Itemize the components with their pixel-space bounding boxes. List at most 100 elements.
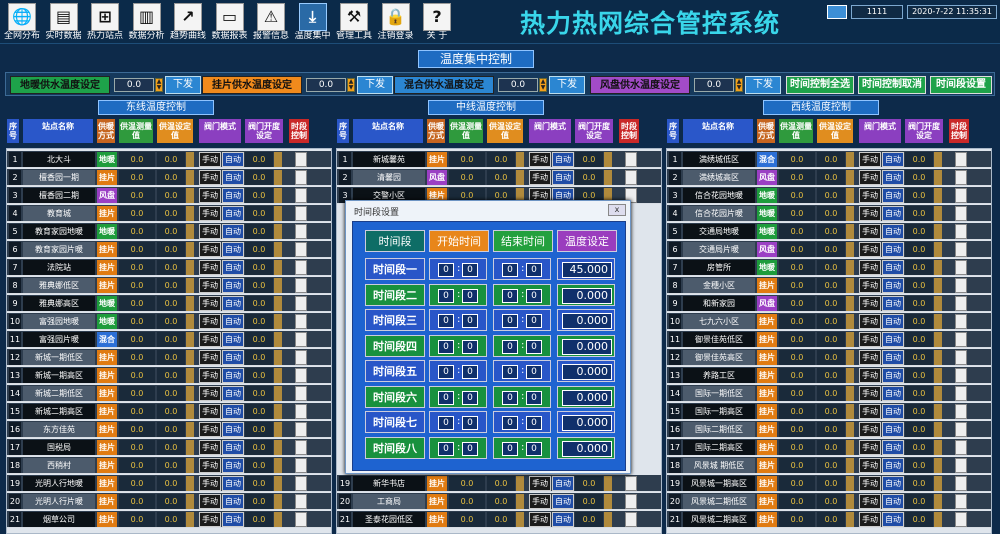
auto-button[interactable]: 自动 <box>552 170 574 185</box>
spin-button-icon[interactable]: ▲ ▼ <box>155 78 163 92</box>
station-name[interactable]: 新城一期高区 <box>23 368 95 383</box>
manual-button[interactable]: 手动 <box>529 494 551 509</box>
table-row[interactable]: 20 风景城二期低区 挂片 0.0 0.0 手动 自动 0.0 <box>667 493 991 510</box>
time-control-select-all-button[interactable]: 时间控制全选 <box>786 76 854 94</box>
send-button[interactable]: 下发 <box>549 76 585 94</box>
toolbar-button-line-chart[interactable]: ↗ 趋势曲线 <box>168 1 208 43</box>
station-name[interactable]: 御景佳苑低区 <box>683 332 755 347</box>
manual-button[interactable]: 手动 <box>199 368 221 383</box>
manual-button[interactable]: 手动 <box>529 476 551 491</box>
spin-button-icon[interactable] <box>846 314 854 329</box>
spin-button-icon[interactable] <box>934 314 942 329</box>
station-name[interactable]: 富强园地暖 <box>23 314 95 329</box>
start-minute-input[interactable]: 0 <box>462 390 478 405</box>
toolbar-button-network[interactable]: ⊞ 热力站点 <box>85 1 125 43</box>
station-name[interactable]: 満绣城高区 <box>683 170 755 185</box>
manual-button[interactable]: 手动 <box>859 152 881 167</box>
spin-button-icon[interactable] <box>934 332 942 347</box>
table-row[interactable]: 10 富强园地暖 地暖 0.0 0.0 手动 自动 0.0 <box>7 313 331 330</box>
auto-button[interactable]: 自动 <box>882 386 904 401</box>
spin-button-icon[interactable] <box>934 206 942 221</box>
auto-button[interactable]: 自动 <box>552 494 574 509</box>
start-minute-input[interactable]: 0 <box>462 416 478 430</box>
time-control-checkbox[interactable] <box>955 188 967 203</box>
time-control-checkbox[interactable] <box>295 458 307 473</box>
station-name[interactable]: 檀香园一期 <box>23 170 95 185</box>
spin-button-icon[interactable] <box>516 494 524 509</box>
auto-button[interactable]: 自动 <box>882 242 904 257</box>
spin-button-icon[interactable] <box>274 476 282 491</box>
time-control-checkbox[interactable] <box>295 476 307 491</box>
station-name[interactable]: 风景城二期低区 <box>683 494 755 509</box>
auto-button[interactable]: 自动 <box>882 206 904 221</box>
table-row[interactable]: 15 国际一期高区 挂片 0.0 0.0 手动 自动 0.0 <box>667 403 991 420</box>
auto-button[interactable]: 自动 <box>882 512 904 527</box>
spin-button-icon[interactable] <box>274 512 282 527</box>
table-row[interactable]: 19 新华书店 挂片 0.0 0.0 手动 自动 0.0 <box>337 475 661 492</box>
spin-button-icon[interactable] <box>274 422 282 437</box>
table-row[interactable]: 4 教育城 挂片 0.0 0.0 手动 自动 0.0 <box>7 205 331 222</box>
manual-button[interactable]: 手动 <box>859 440 881 455</box>
time-control-checkbox[interactable] <box>625 494 637 509</box>
manual-button[interactable]: 手动 <box>529 170 551 185</box>
end-hour-input[interactable]: 0 <box>502 288 518 303</box>
table-row[interactable]: 17 国税局 挂片 0.0 0.0 手动 自动 0.0 <box>7 439 331 456</box>
table-row[interactable]: 20 光明人行片暖 挂片 0.0 0.0 手动 自动 0.0 <box>7 493 331 510</box>
table-row[interactable]: 8 金穗小区 挂片 0.0 0.0 手动 自动 0.0 <box>667 277 991 294</box>
station-name[interactable]: 教育家园片暖 <box>23 242 95 257</box>
spin-button-icon[interactable] <box>934 152 942 167</box>
spin-button-icon[interactable] <box>846 224 854 239</box>
auto-button[interactable]: 自动 <box>882 422 904 437</box>
spin-button-icon[interactable] <box>186 260 194 275</box>
manual-button[interactable]: 手动 <box>859 260 881 275</box>
auto-button[interactable]: 自动 <box>882 350 904 365</box>
manual-button[interactable]: 手动 <box>859 332 881 347</box>
manual-button[interactable]: 手动 <box>199 152 221 167</box>
time-control-checkbox[interactable] <box>955 152 967 167</box>
spin-button-icon[interactable] <box>934 404 942 419</box>
spin-button-icon[interactable] <box>186 206 194 221</box>
spin-button-icon[interactable] <box>274 368 282 383</box>
auto-button[interactable]: 自动 <box>222 404 244 419</box>
spin-button-icon[interactable] <box>934 494 942 509</box>
spin-button-icon[interactable] <box>274 224 282 239</box>
auto-button[interactable]: 自动 <box>222 386 244 401</box>
station-name[interactable]: 信合花园地暖 <box>683 188 755 203</box>
end-hour-input[interactable]: 0 <box>502 263 518 277</box>
table-row[interactable]: 5 交通局地暖 地暖 0.0 0.0 手动 自动 0.0 <box>667 223 991 240</box>
toolbar-button-bar-chart[interactable]: ▥ 数据分析 <box>127 1 167 43</box>
auto-button[interactable]: 自动 <box>552 512 574 527</box>
auto-button[interactable]: 自动 <box>882 152 904 167</box>
temperature-input[interactable]: 0.000 <box>562 364 612 380</box>
end-minute-input[interactable]: 0 <box>526 339 542 354</box>
spin-button-icon[interactable] <box>846 422 854 437</box>
toolbar-button-tools[interactable]: ⚒ 管理工具 <box>334 1 374 43</box>
station-name[interactable]: 烟草公司 <box>23 512 95 527</box>
station-name[interactable]: 教育城 <box>23 206 95 221</box>
manual-button[interactable]: 手动 <box>199 350 221 365</box>
spin-button-icon[interactable] <box>186 332 194 347</box>
auto-button[interactable]: 自动 <box>882 404 904 419</box>
table-row[interactable]: 16 东方佳苑 挂片 0.0 0.0 手动 自动 0.0 <box>7 421 331 438</box>
auto-button[interactable]: 自动 <box>222 350 244 365</box>
time-control-checkbox[interactable] <box>955 260 967 275</box>
table-row[interactable]: 19 风景城一期高区 挂片 0.0 0.0 手动 自动 0.0 <box>667 475 991 492</box>
station-name[interactable]: 光明人行片暖 <box>23 494 95 509</box>
spin-button-icon[interactable] <box>516 152 524 167</box>
spin-button-icon[interactable] <box>274 152 282 167</box>
manual-button[interactable]: 手动 <box>199 458 221 473</box>
end-minute-input[interactable]: 0 <box>526 416 542 430</box>
start-hour-input[interactable]: 0 <box>438 365 454 379</box>
manual-button[interactable]: 手动 <box>199 278 221 293</box>
auto-button[interactable]: 自动 <box>222 188 244 203</box>
spin-button-icon[interactable] <box>934 422 942 437</box>
auto-button[interactable]: 自动 <box>222 224 244 239</box>
spin-button-icon[interactable] <box>846 350 854 365</box>
station-name[interactable]: 新城一期低区 <box>23 350 95 365</box>
toolbar-button-download[interactable]: ⤓ 温度集中 <box>293 1 333 43</box>
table-row[interactable]: 17 国际二期高区 挂片 0.0 0.0 手动 自动 0.0 <box>667 439 991 456</box>
time-control-checkbox[interactable] <box>955 206 967 221</box>
station-name[interactable]: 新城二期高区 <box>23 404 95 419</box>
spin-button-icon[interactable] <box>274 188 282 203</box>
manual-button[interactable]: 手动 <box>199 188 221 203</box>
